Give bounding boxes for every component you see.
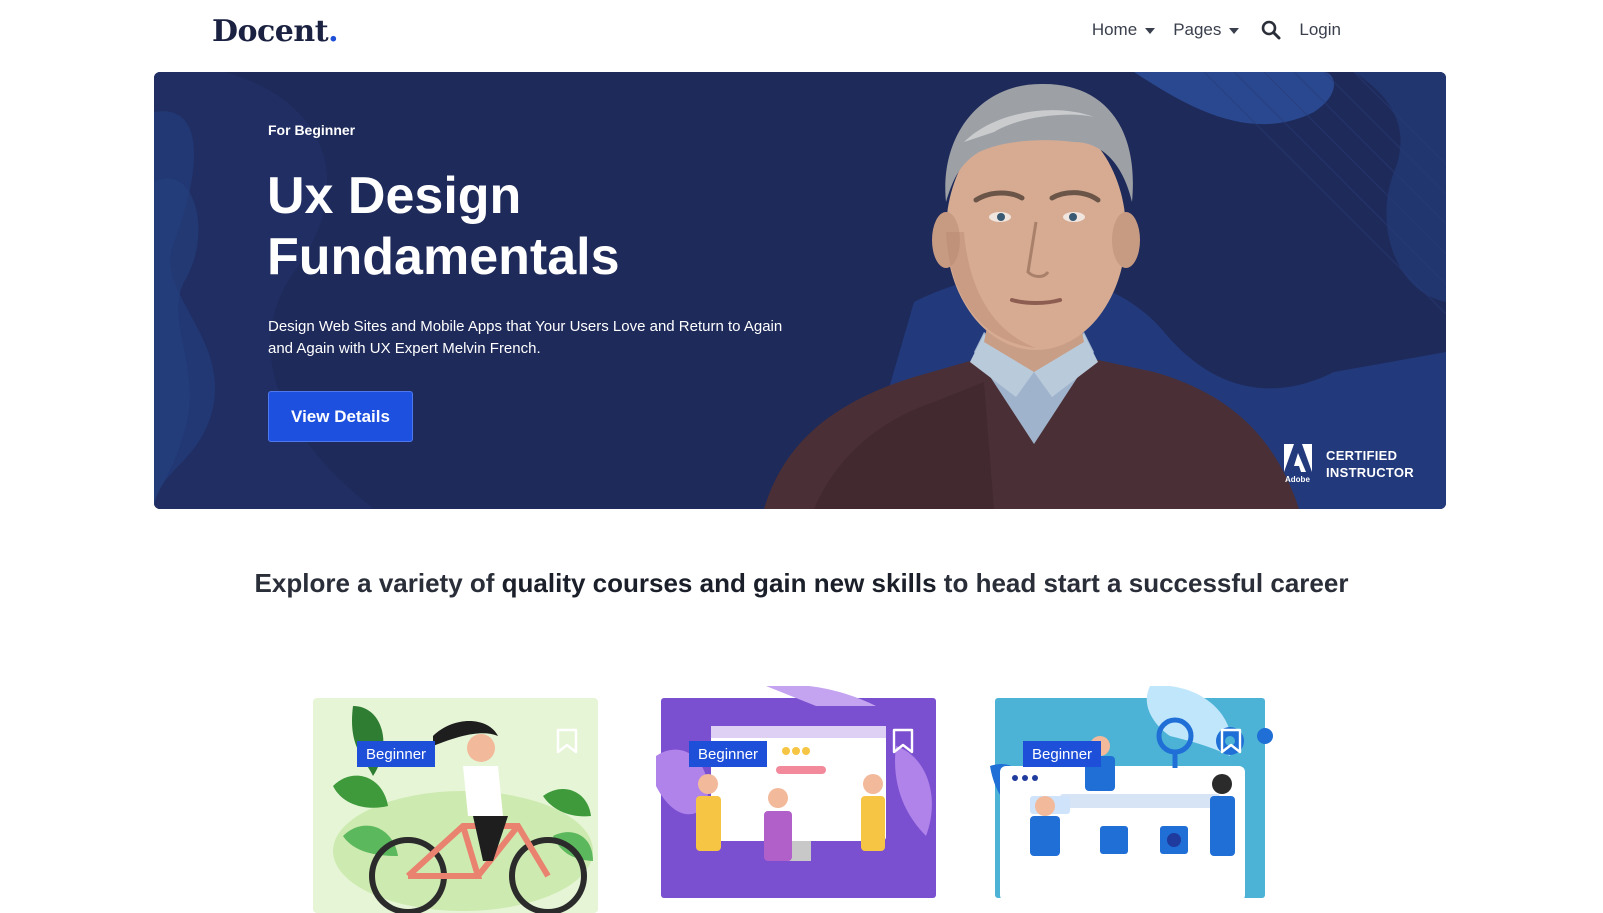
bookmark-icon[interactable] xyxy=(1220,728,1242,754)
cyclist-illustration xyxy=(313,698,598,913)
course-card[interactable]: Beginner xyxy=(656,686,941,913)
level-badge: Beginner xyxy=(1023,741,1102,767)
nav-pages[interactable]: Pages xyxy=(1173,20,1240,40)
nav-login-label: Login xyxy=(1299,20,1341,39)
tagline-bold: quality courses and gain new skills xyxy=(501,568,937,598)
course-card[interactable]: Beginner xyxy=(990,686,1275,913)
team-screen-illustration xyxy=(656,686,936,898)
course-card[interactable]: Beginner xyxy=(313,686,598,913)
badge-text: CERTIFIED INSTRUCTOR xyxy=(1326,447,1414,481)
nav-home-label: Home xyxy=(1091,20,1138,39)
adobe-logo-caption: Adobe xyxy=(1285,475,1310,484)
view-details-button[interactable]: View Details xyxy=(268,391,413,442)
certified-instructor-badge: Adobe CERTIFIED INSTRUCTOR xyxy=(1282,444,1414,484)
level-badge: Beginner xyxy=(689,741,768,767)
chevron-down-icon xyxy=(1229,28,1240,34)
adobe-logo-icon: Adobe xyxy=(1284,444,1312,484)
nav-login[interactable]: Login xyxy=(1299,20,1341,40)
brand-dot: . xyxy=(328,14,339,49)
nav-home[interactable]: Home xyxy=(1091,20,1156,40)
level-badge: Beginner xyxy=(357,741,436,767)
hero-description: Design Web Sites and Mobile Apps that Yo… xyxy=(268,318,783,357)
main-nav: Home Pages Login xyxy=(1074,20,1341,40)
brand-name: Docent xyxy=(212,14,329,49)
instructor-portrait xyxy=(764,83,1299,509)
nav-pages-label: Pages xyxy=(1173,20,1222,39)
web-dashboard-illustration xyxy=(990,686,1273,901)
navbar: Docent. Home Pages Login xyxy=(0,0,1603,66)
tagline-part-2: to head start a successful career xyxy=(936,568,1349,598)
badge-line-1: CERTIFIED xyxy=(1326,448,1398,463)
hero-title: Ux Design Fundamentals xyxy=(267,167,620,286)
chevron-down-icon xyxy=(1145,28,1156,34)
bookmark-icon[interactable] xyxy=(556,728,578,754)
hero-eyebrow: For Beginner xyxy=(268,122,356,138)
search-icon[interactable] xyxy=(1261,20,1281,40)
section-tagline: Explore a variety of quality courses and… xyxy=(0,568,1603,599)
bookmark-icon[interactable] xyxy=(892,728,914,754)
hero-banner: For Beginner Ux Design Fundamentals Desi… xyxy=(154,72,1446,509)
brand-logo[interactable]: Docent. xyxy=(212,14,339,49)
tagline-part-1: Explore a variety of xyxy=(254,568,502,598)
badge-line-2: INSTRUCTOR xyxy=(1326,465,1414,480)
